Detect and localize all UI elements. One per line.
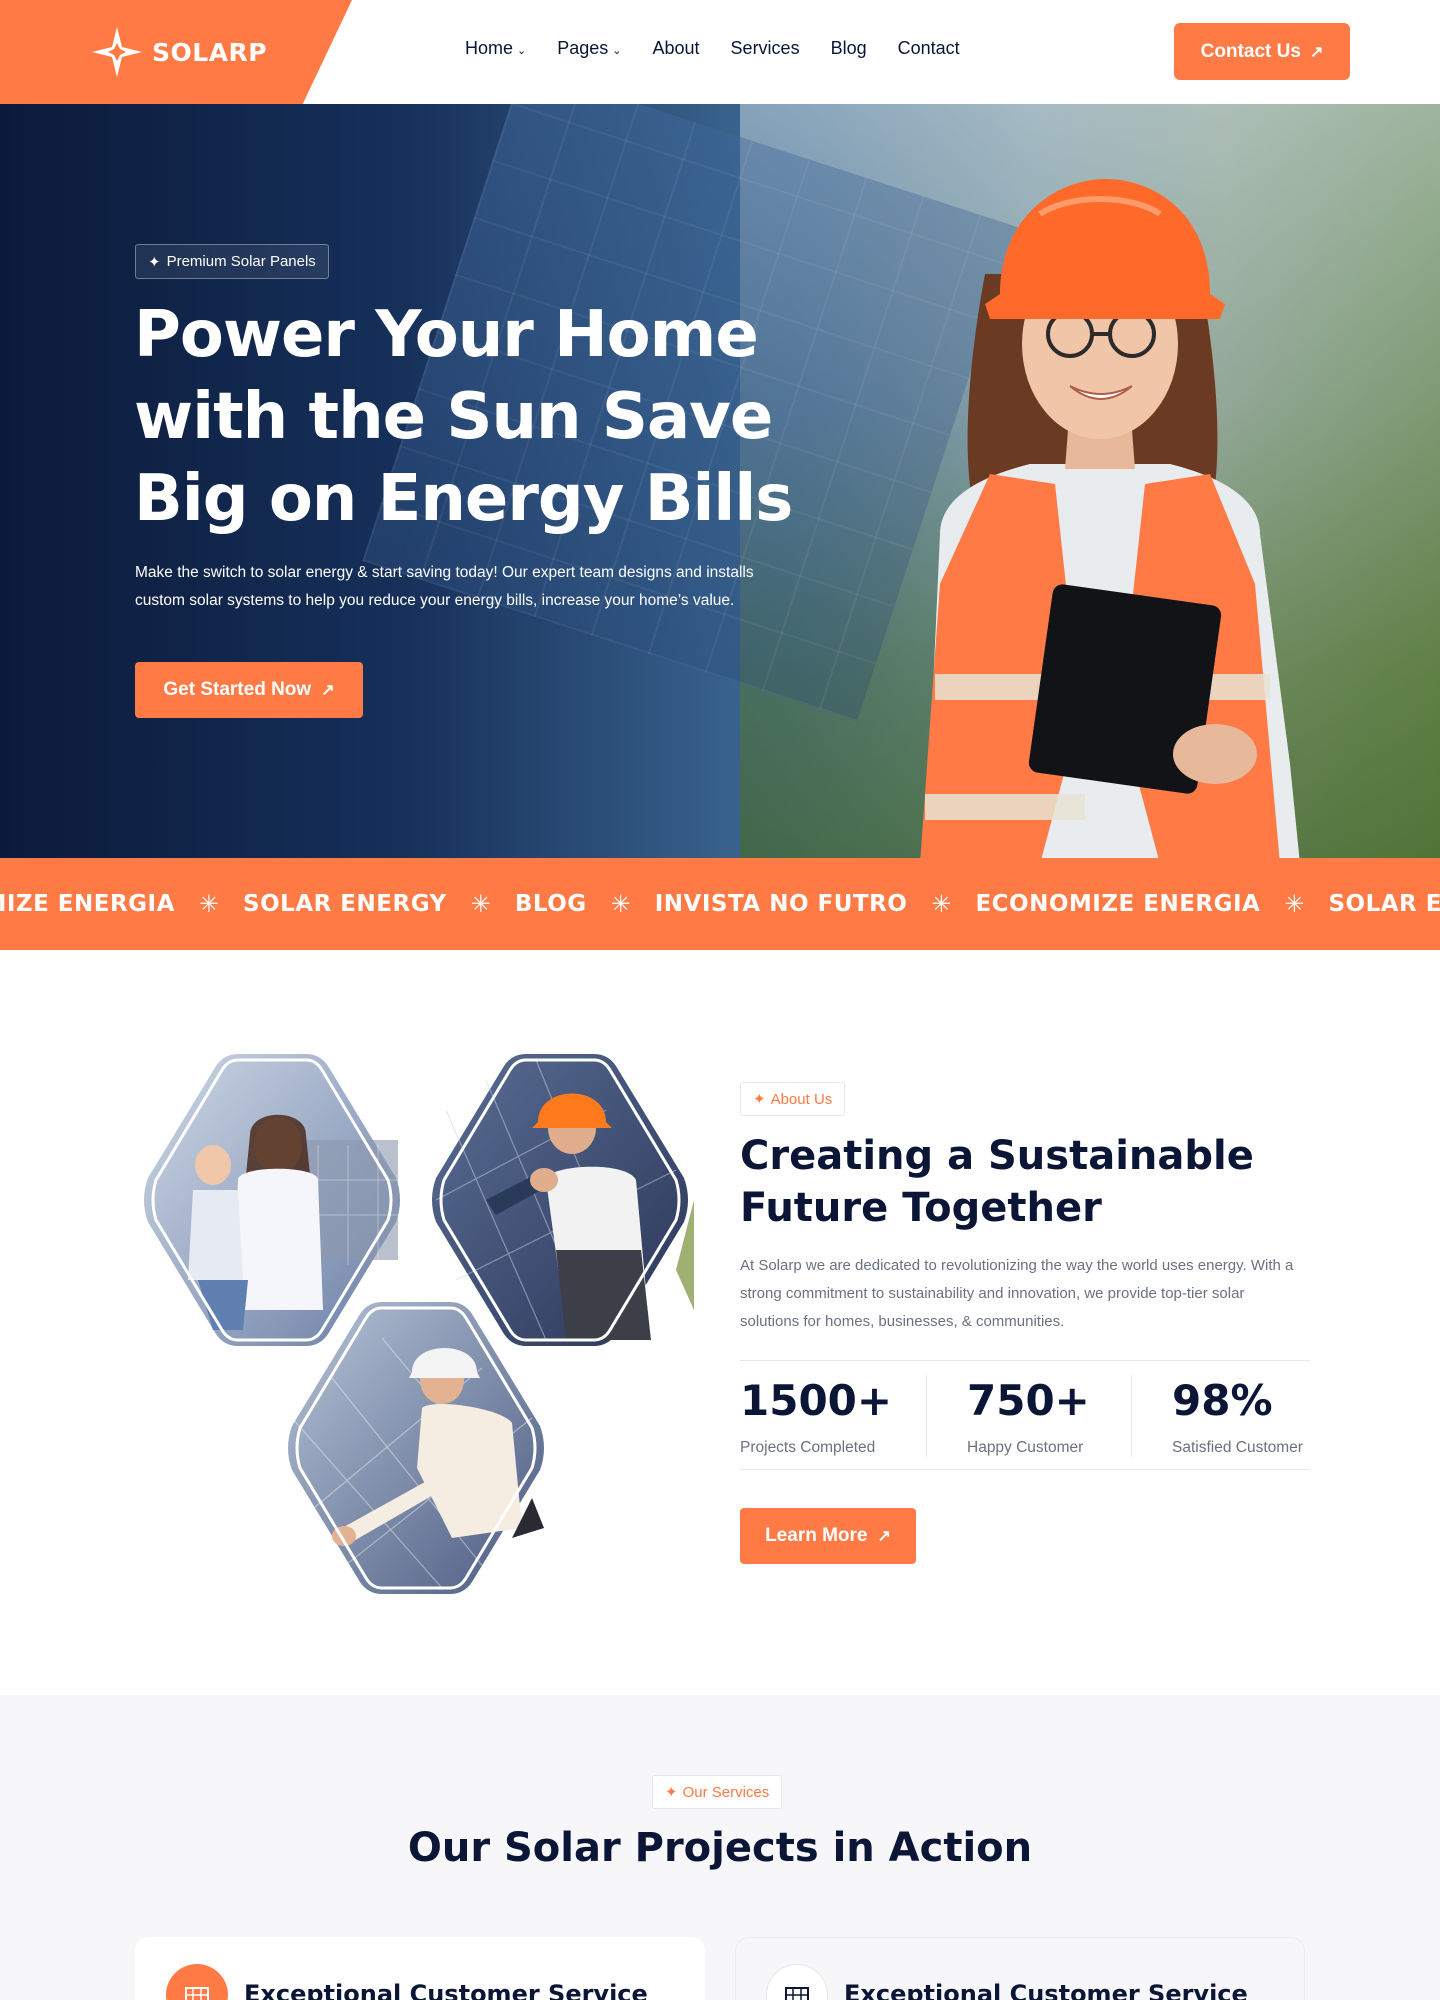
stat-label: Projects Completed [740, 1439, 876, 1456]
services-section: ✦ Our Services Our Solar Projects in Act… [0, 1695, 1440, 2000]
marquee-item: ECONOMIZE ENERGIA [0, 891, 175, 917]
stat-label: Satisfied Customer [1172, 1439, 1303, 1456]
stat-value: 750+ [967, 1376, 1090, 1425]
solar-panel-icon-graphic [785, 1987, 809, 2000]
marquee-item: SOLAR ENERGY [1328, 891, 1440, 917]
arrow-up-right-icon: ↗ [1309, 43, 1324, 61]
nav-home[interactable]: Home ⌄ [465, 38, 526, 59]
about-image-inspector [288, 1302, 544, 1594]
nav-home-label: Home [465, 38, 514, 58]
stat-happy-customers: 750+ Happy Customer [967, 1373, 1090, 1457]
hero-badge: ✦ Premium Solar Panels [135, 244, 329, 279]
services-badge-label: Our Services [682, 1783, 770, 1801]
stats-row: 1500+ Projects Completed 750+ Happy Cust… [740, 1360, 1310, 1470]
learn-more-label: Learn More [765, 1525, 868, 1546]
nav-services[interactable]: Services [731, 38, 800, 59]
chevron-down-icon: ⌄ [612, 44, 622, 57]
nav-services-label: Services [730, 38, 800, 58]
stat-label: Happy Customer [967, 1439, 1084, 1456]
get-started-button[interactable]: Get Started Now ↗ [135, 662, 363, 718]
hero-section: ✦ Premium Solar Panels Power Your Home w… [0, 104, 1440, 858]
about-description: At Solarp we are dedicated to revolution… [740, 1257, 1294, 1330]
site-header: SOLARP Home ⌄ Pages ⌄ About Services Blo… [0, 0, 1440, 104]
sun-star-icon [92, 27, 142, 77]
asterisk-icon: ✳ [1284, 890, 1305, 918]
logo[interactable]: SOLARP [90, 26, 267, 78]
nav-about[interactable]: About [653, 38, 700, 59]
marquee-item: BLOG [514, 891, 587, 917]
about-section: ✦ About Us Creating a Sustainable Future… [0, 950, 1440, 1695]
marquee-item: SOLAR ENERGY [243, 891, 447, 917]
hero-engineer-image [920, 179, 1300, 858]
main-nav: Home ⌄ Pages ⌄ About Services Blog Conta… [465, 38, 960, 59]
solar-panel-icon [166, 1964, 228, 2000]
service-card-title: Exceptional Customer Service [844, 1980, 1248, 2000]
get-started-label: Get Started Now [163, 679, 312, 700]
stat-value: 98% [1172, 1376, 1273, 1425]
service-card[interactable]: Exceptional Customer Service [135, 1937, 705, 2000]
marquee-banner: ECONOMIZE ENERGIA ✳ SOLAR ENERGY ✳ BLOG … [0, 858, 1440, 950]
learn-more-button[interactable]: Learn More ↗ [740, 1508, 916, 1564]
nav-contact[interactable]: Contact [898, 38, 960, 59]
nav-pages[interactable]: Pages ⌄ [557, 38, 621, 59]
brand-name: SOLARP [152, 37, 268, 67]
contact-us-label: Contact Us [1200, 40, 1301, 62]
services-badge: ✦ Our Services [652, 1775, 783, 1809]
about-title: Creating a Sustainable Future Together [740, 1133, 1254, 1231]
about-badge-label: About Us [770, 1090, 833, 1108]
stat-projects: 1500+ Projects Completed [740, 1373, 892, 1457]
nav-blog-label: Blog [830, 38, 867, 58]
sparkle-icon: ✦ [665, 1784, 678, 1801]
nav-blog[interactable]: Blog [831, 38, 867, 59]
hero-title: Power Your Home with the Sun Save Big on… [134, 298, 793, 536]
nav-about-label: About [652, 38, 700, 58]
marquee-item: ECONOMIZE ENERGIA [975, 891, 1261, 917]
stat-divider [1131, 1375, 1132, 1457]
about-badge: ✦ About Us [740, 1082, 846, 1116]
stat-satisfied: 98% Satisfied Customer [1172, 1373, 1303, 1457]
asterisk-icon: ✳ [198, 890, 220, 918]
arrow-up-right-icon: ↗ [321, 682, 335, 699]
stat-value: 1500+ [740, 1376, 893, 1425]
marquee-track: ECONOMIZE ENERGIA ✳ SOLAR ENERGY ✳ BLOG … [0, 858, 1440, 950]
asterisk-icon: ✳ [610, 890, 631, 918]
arrow-up-right-icon: ↗ [877, 1528, 891, 1545]
stat-divider [926, 1375, 927, 1457]
sparkle-icon: ✦ [148, 253, 161, 271]
hero-description: Make the switch to solar energy & start … [135, 564, 754, 609]
nav-pages-label: Pages [557, 38, 609, 58]
sparkle-icon: ✦ [753, 1091, 766, 1108]
nav-contact-label: Contact [897, 38, 960, 58]
solar-panel-icon [766, 1964, 828, 2000]
asterisk-icon: ✳ [931, 890, 952, 918]
marquee-item: INVISTA NO FUTRO [654, 891, 908, 917]
asterisk-icon: ✳ [470, 890, 491, 918]
chevron-down-icon: ⌄ [517, 44, 527, 57]
services-title: Our Solar Projects in Action [407, 1825, 1033, 1871]
service-card[interactable]: Exceptional Customer Service [735, 1937, 1305, 2000]
contact-us-button[interactable]: Contact Us ↗ [1174, 23, 1350, 80]
solar-panel-icon-graphic [185, 1987, 209, 2000]
hero-badge-label: Premium Solar Panels [166, 253, 316, 270]
service-card-title: Exceptional Customer Service [244, 1980, 648, 2000]
